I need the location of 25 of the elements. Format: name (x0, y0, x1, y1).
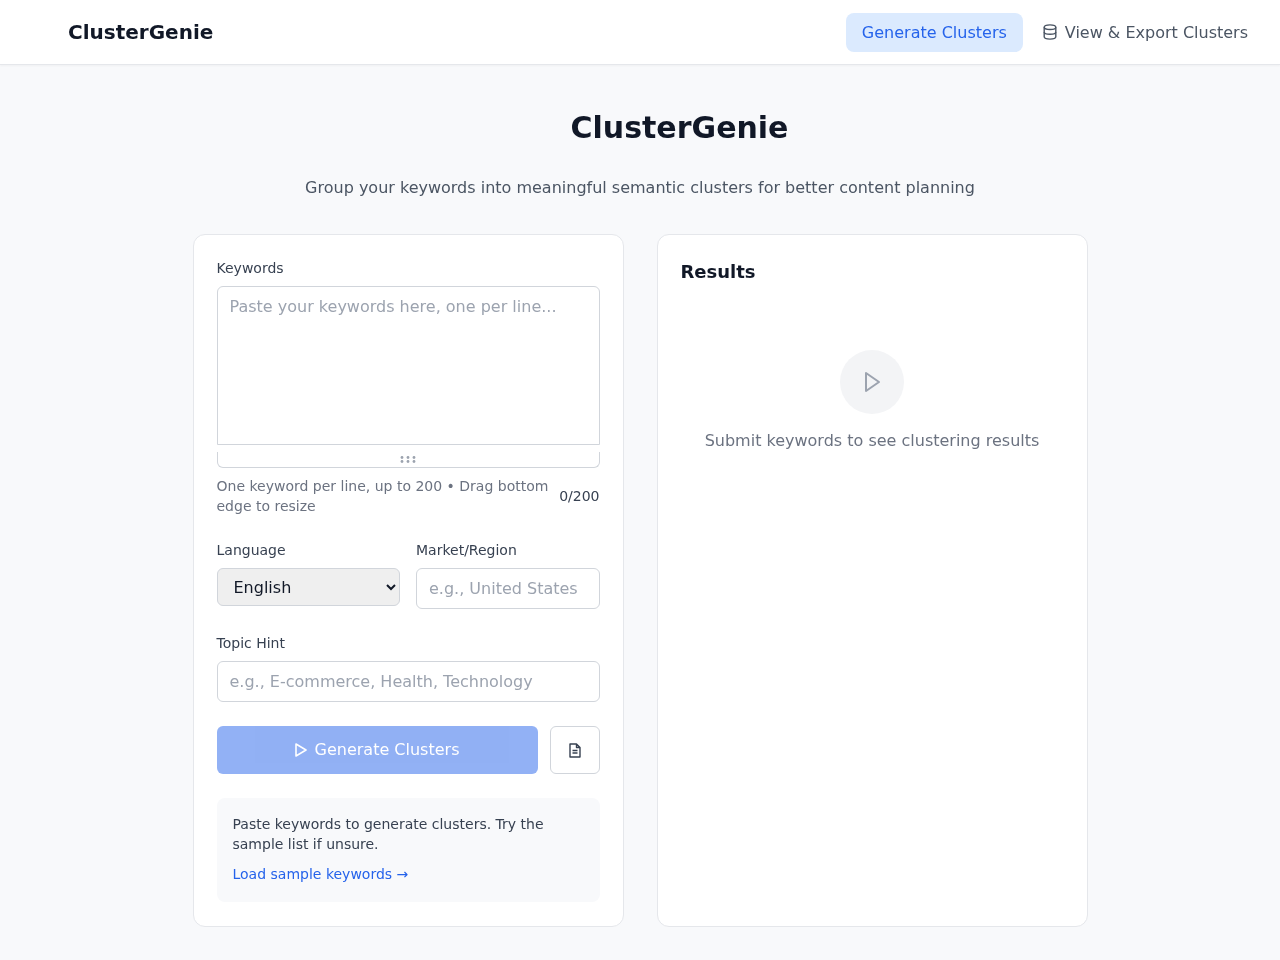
document-icon (568, 742, 581, 758)
help-text: One keyword per line, up to 200 • Drag bottom edge to resize (216, 477, 550, 516)
brand-name[interactable]: ClusterGenie (68, 17, 214, 47)
play-icon (840, 350, 904, 414)
results-title: Results (680, 260, 757, 284)
page-subtitle: Group your keywords into meaningful semantic clusters for better content planning (305, 177, 975, 199)
sample-keywords-link[interactable]: Load sample keywords → (232, 864, 409, 884)
keywords-field[interactable]: Paste your keywords here, one per line... (216, 286, 600, 445)
topic-field[interactable]: e.g., E-commerce, Health, Technology (216, 661, 600, 702)
grip-icon (400, 456, 416, 463)
play-icon (294, 743, 307, 757)
sample-file-button[interactable] (549, 726, 600, 774)
field-label: Topic Hint (216, 634, 286, 653)
language-select[interactable]: English (216, 568, 400, 606)
field-label: Language (216, 541, 287, 560)
field-label: Keywords (216, 259, 285, 278)
hint-text: Paste keywords to generate clusters. Try the sample list if unsure. (232, 815, 545, 854)
keyword-counter: 0/200 (559, 487, 600, 506)
field-label: Market/Region (416, 541, 518, 560)
nav-tab[interactable]: Generate Clusters (845, 12, 1023, 52)
nav-tab[interactable]: View & Export Clusters (1026, 12, 1264, 52)
page-title: ClusterGenie (570, 110, 789, 146)
empty-state-text: Submit keywords to see clustering results (704, 430, 1040, 452)
resize-handle[interactable] (216, 452, 600, 468)
market-field[interactable]: e.g., United States (416, 568, 600, 609)
